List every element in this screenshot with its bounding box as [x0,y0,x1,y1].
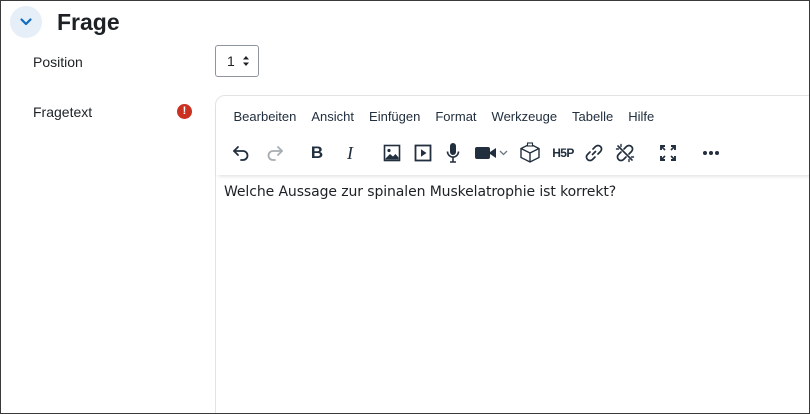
microphone-icon [446,143,460,163]
media-icon [414,144,432,162]
select-arrows-icon [243,56,249,66]
link-icon [585,144,603,162]
undo-button[interactable] [228,140,254,166]
unlink-icon [615,143,635,163]
position-value: 1 [227,53,235,69]
redo-icon [267,146,283,161]
insert-link-button[interactable] [581,140,607,166]
collapse-section-button[interactable] [10,6,42,38]
menu-hilfe[interactable]: Hilfe [621,108,662,126]
editor-toolbar: B I H5P [216,138,809,168]
insert-image-button[interactable] [379,140,405,166]
insert-media-button[interactable] [410,140,436,166]
italic-icon: I [347,142,353,163]
chevron-down-icon [20,18,32,26]
italic-button[interactable]: I [337,140,363,166]
insert-3d-button[interactable] [517,140,543,166]
3d-cube-icon [520,142,540,163]
bold-icon: B [310,143,324,162]
menu-bearbeiten[interactable]: Bearbeiten [226,108,304,126]
insert-h5p-button[interactable]: H5P [548,140,578,166]
record-audio-button[interactable] [440,140,466,166]
editor-content[interactable]: Welche Aussage zur spinalen Muskelatroph… [224,184,616,200]
unlink-button[interactable] [612,140,638,166]
position-label: Position [33,54,83,70]
question-form-panel: Frage Position 1 Fragetext ! Bearbeiten … [0,0,810,414]
menu-tabelle[interactable]: Tabelle [565,108,621,126]
more-icon [703,151,719,155]
required-icon: ! [177,104,192,119]
menu-format[interactable]: Format [428,108,484,126]
undo-icon [233,146,249,161]
bold-button[interactable]: B [304,140,330,166]
redo-button[interactable] [262,140,288,166]
fullscreen-icon [660,145,676,161]
fullscreen-button[interactable] [655,140,681,166]
record-video-button[interactable] [472,140,512,166]
menu-werkzeuge[interactable]: Werkzeuge [484,108,565,126]
section-title: Frage [57,9,120,35]
video-camera-icon [475,147,508,159]
h5p-icon: H5P [552,146,574,160]
rich-text-editor: Bearbeiten Ansicht Einfügen Format Werkz… [215,95,809,413]
fragetext-label: Fragetext [33,104,93,120]
more-button[interactable] [698,140,724,166]
menu-einfuegen[interactable]: Einfügen [362,108,428,126]
editor-menubar: Bearbeiten Ansicht Einfügen Format Werkz… [226,108,662,126]
position-select[interactable]: 1 [215,45,259,77]
image-icon [383,144,401,162]
menu-ansicht[interactable]: Ansicht [304,108,362,126]
